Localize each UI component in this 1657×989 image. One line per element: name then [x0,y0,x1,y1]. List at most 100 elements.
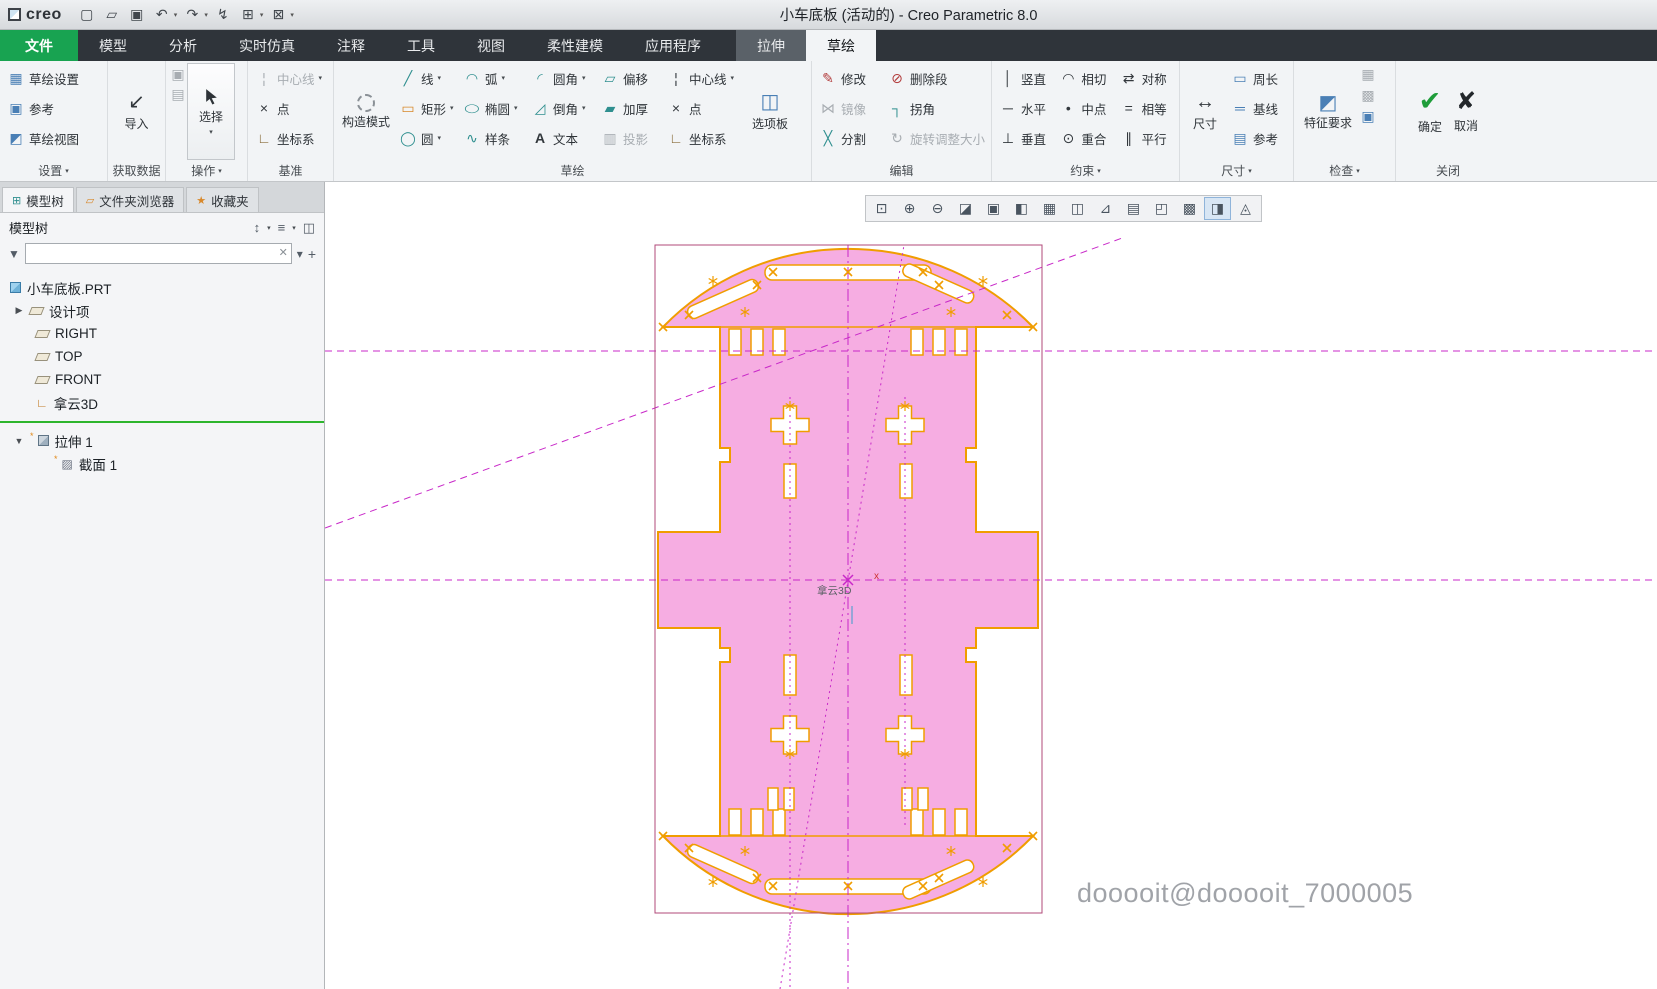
select-button[interactable]: 选择 ▾ [187,63,235,160]
chamfer-button[interactable]: ◿ 倒角 ▾ [527,93,597,123]
horizontal-constraint-button[interactable]: ─ 水平 [995,93,1055,123]
tree-item-extrude-1[interactable]: ▼ * 拉伸 1 [0,429,324,452]
paste-icon[interactable]: ▤ [169,87,187,101]
tab-live-simulation[interactable]: 实时仿真 [218,30,316,61]
graphics-area[interactable]: ⊡ ⊕ ⊖ ◪ ▣ ◧ ▦ ◫ ⊿ ▤ ◰ ▩ ◨ ◬ x 拿云3D doooo… [325,182,1657,989]
tab-tools[interactable]: 工具 [386,30,456,61]
save-icon[interactable]: ▣ [126,4,148,26]
tab-model-tree[interactable]: ⊞ 模型树 [2,187,74,212]
sketch-csys-button[interactable]: ∟ 坐标系 [663,123,743,153]
symmetric-constraint-button[interactable]: ⇄ 对称 [1116,63,1176,93]
feature-requirements-button[interactable]: ◩ 特征要求 [1297,63,1359,160]
grid-display-icon[interactable]: ▩ [1176,197,1203,220]
ok-button[interactable]: ✔ 确定 [1415,63,1445,160]
parallel-constraint-button[interactable]: ∥ 平行 [1116,123,1176,153]
box-zoom-icon[interactable]: ⊡ [868,197,895,220]
saved-views-icon[interactable]: ▦ [1036,197,1063,220]
perimeter-button[interactable]: ▭ 周长 [1227,63,1289,93]
group-label-constrain[interactable]: 约束 ▾ [992,160,1179,181]
tree-sort-icon[interactable]: ↕ [254,220,261,235]
model-tree-filter-input[interactable] [24,243,292,264]
tab-flexible-modeling[interactable]: 柔性建模 [526,30,624,61]
tree-settings-icon[interactable]: ≡ [278,220,286,235]
datum-centerline-button[interactable]: ¦ 中心线 ▾ [251,63,330,93]
tab-sketch[interactable]: 草绘 [806,30,876,61]
circle-button[interactable]: ◯ 圆 ▾ [395,123,459,153]
text-button[interactable]: A 文本 [527,123,597,153]
cancel-button[interactable]: ✘ 取消 [1451,63,1481,160]
filter-dropdown-arrow-icon[interactable]: ▾ [297,247,303,261]
tree-item-part-root[interactable]: 小车底板.PRT [0,276,324,299]
dropdown-arrow-icon[interactable]: ▾ [204,11,208,19]
tab-model[interactable]: 模型 [78,30,148,61]
group-label-operations[interactable]: 操作 ▾ [166,160,247,181]
tab-favorites[interactable]: ★ 收藏夹 [186,187,259,212]
dropdown-arrow-icon[interactable]: ▾ [174,11,178,19]
datum-csys-button[interactable]: ∟ 坐标系 [251,123,330,153]
tab-file[interactable]: 文件 [0,30,78,61]
sketch-display-icon[interactable]: ◬ [1232,197,1259,220]
corner-button[interactable]: ┐ 拐角 [884,93,988,123]
datum-display-icon[interactable]: ⊿ [1092,197,1119,220]
coincident-constraint-button[interactable]: ⊙ 重合 [1055,123,1115,153]
sketch-centerline-button[interactable]: ¦ 中心线 ▾ [663,63,743,93]
delete-segment-button[interactable]: ⊘ 删除段 [884,63,988,93]
tree-item-section-1[interactable]: * ▨ 截面 1 [0,452,324,475]
midpoint-constraint-button[interactable]: • 中点 [1055,93,1115,123]
view-manager-icon[interactable]: ◫ [1064,197,1091,220]
dropdown-arrow-icon[interactable]: ▾ [260,11,264,19]
overlapping-geometry-icon[interactable]: ▣ [1359,109,1377,123]
fillet-button[interactable]: ◜ 圆角 ▾ [527,63,597,93]
redo-icon[interactable]: ↷ [181,4,203,26]
divide-button[interactable]: ╳ 分割 [815,123,884,153]
tree-item-front-plane[interactable]: FRONT [0,368,324,391]
tab-annotate[interactable]: 注释 [316,30,386,61]
annotation-display-icon[interactable]: ▤ [1120,197,1147,220]
palette-button[interactable]: ◫ 选项板 [743,63,797,160]
sketch-orientation-icon[interactable]: ◨ [1204,197,1231,220]
import-button[interactable]: ↙ 导入 [121,63,151,160]
windows-icon[interactable]: ⊞ [237,4,259,26]
thicken-button[interactable]: ▰ 加厚 [597,93,663,123]
modify-button[interactable]: ✎ 修改 [815,63,884,93]
project-button[interactable]: ▥ 投影 [597,123,663,153]
spin-center-icon[interactable]: ◰ [1148,197,1175,220]
dimension-button[interactable]: ↔ 尺寸 [1183,63,1227,160]
insert-here-indicator[interactable] [0,421,324,423]
tree-item-right-plane[interactable]: RIGHT [0,322,324,345]
group-label-dimension[interactable]: 尺寸 ▾ [1180,160,1293,181]
datum-point-button[interactable]: × 点 [251,93,330,123]
tab-view[interactable]: 视图 [456,30,526,61]
offset-button[interactable]: ▱ 偏移 [597,63,663,93]
tree-item-design-items[interactable]: ▶ 设计项 [0,299,324,322]
repaint-icon[interactable]: ◪ [952,197,979,220]
tree-columns-icon[interactable]: ◫ [303,220,315,236]
ellipse-button[interactable]: ◯ 椭圆 ▾ [459,93,527,123]
expand-arrow-icon[interactable]: ▶ [14,305,24,316]
shade-closed-loops-icon[interactable]: ▦ [1359,67,1377,81]
rectangle-button[interactable]: ▭ 矩形 ▾ [395,93,459,123]
new-file-icon[interactable]: ▢ [76,4,98,26]
arc-button[interactable]: ◠ 弧 ▾ [459,63,527,93]
sketch-view-button[interactable]: ◩ 草绘视图 [3,123,104,153]
undo-icon[interactable]: ↶ [151,4,173,26]
references-button[interactable]: ▣ 参考 [3,93,104,123]
add-filter-icon[interactable]: + [308,246,316,262]
zoom-out-icon[interactable]: ⊖ [924,197,951,220]
vertical-constraint-button[interactable]: │ 竖直 [995,63,1055,93]
baseline-button[interactable]: ═ 基线 [1227,93,1289,123]
line-button[interactable]: ╱ 线 ▾ [395,63,459,93]
customize-toolbar-arrow-icon[interactable]: ▾ [290,11,294,19]
highlight-open-ends-icon[interactable]: ▩ [1359,88,1377,102]
rotate-resize-button[interactable]: ↻ 旋转调整大小 [884,123,988,153]
perpendicular-constraint-button[interactable]: ⊥ 垂直 [995,123,1055,153]
copy-icon[interactable]: ▣ [169,67,187,81]
dropdown-arrow-icon[interactable]: ▾ [267,224,271,232]
sketch-setup-button[interactable]: ▦ 草绘设置 [3,63,104,93]
group-label-settings[interactable]: 设置 ▾ [0,160,107,181]
tree-item-default-csys[interactable]: ∟ 拿云3D [0,391,324,414]
construction-mode-button[interactable]: 构造模式 [337,63,395,160]
group-label-inspect[interactable]: 检查 ▾ [1294,160,1395,181]
dropdown-arrow-icon[interactable]: ▾ [292,224,296,232]
display-style-icon[interactable]: ◧ [1008,197,1035,220]
